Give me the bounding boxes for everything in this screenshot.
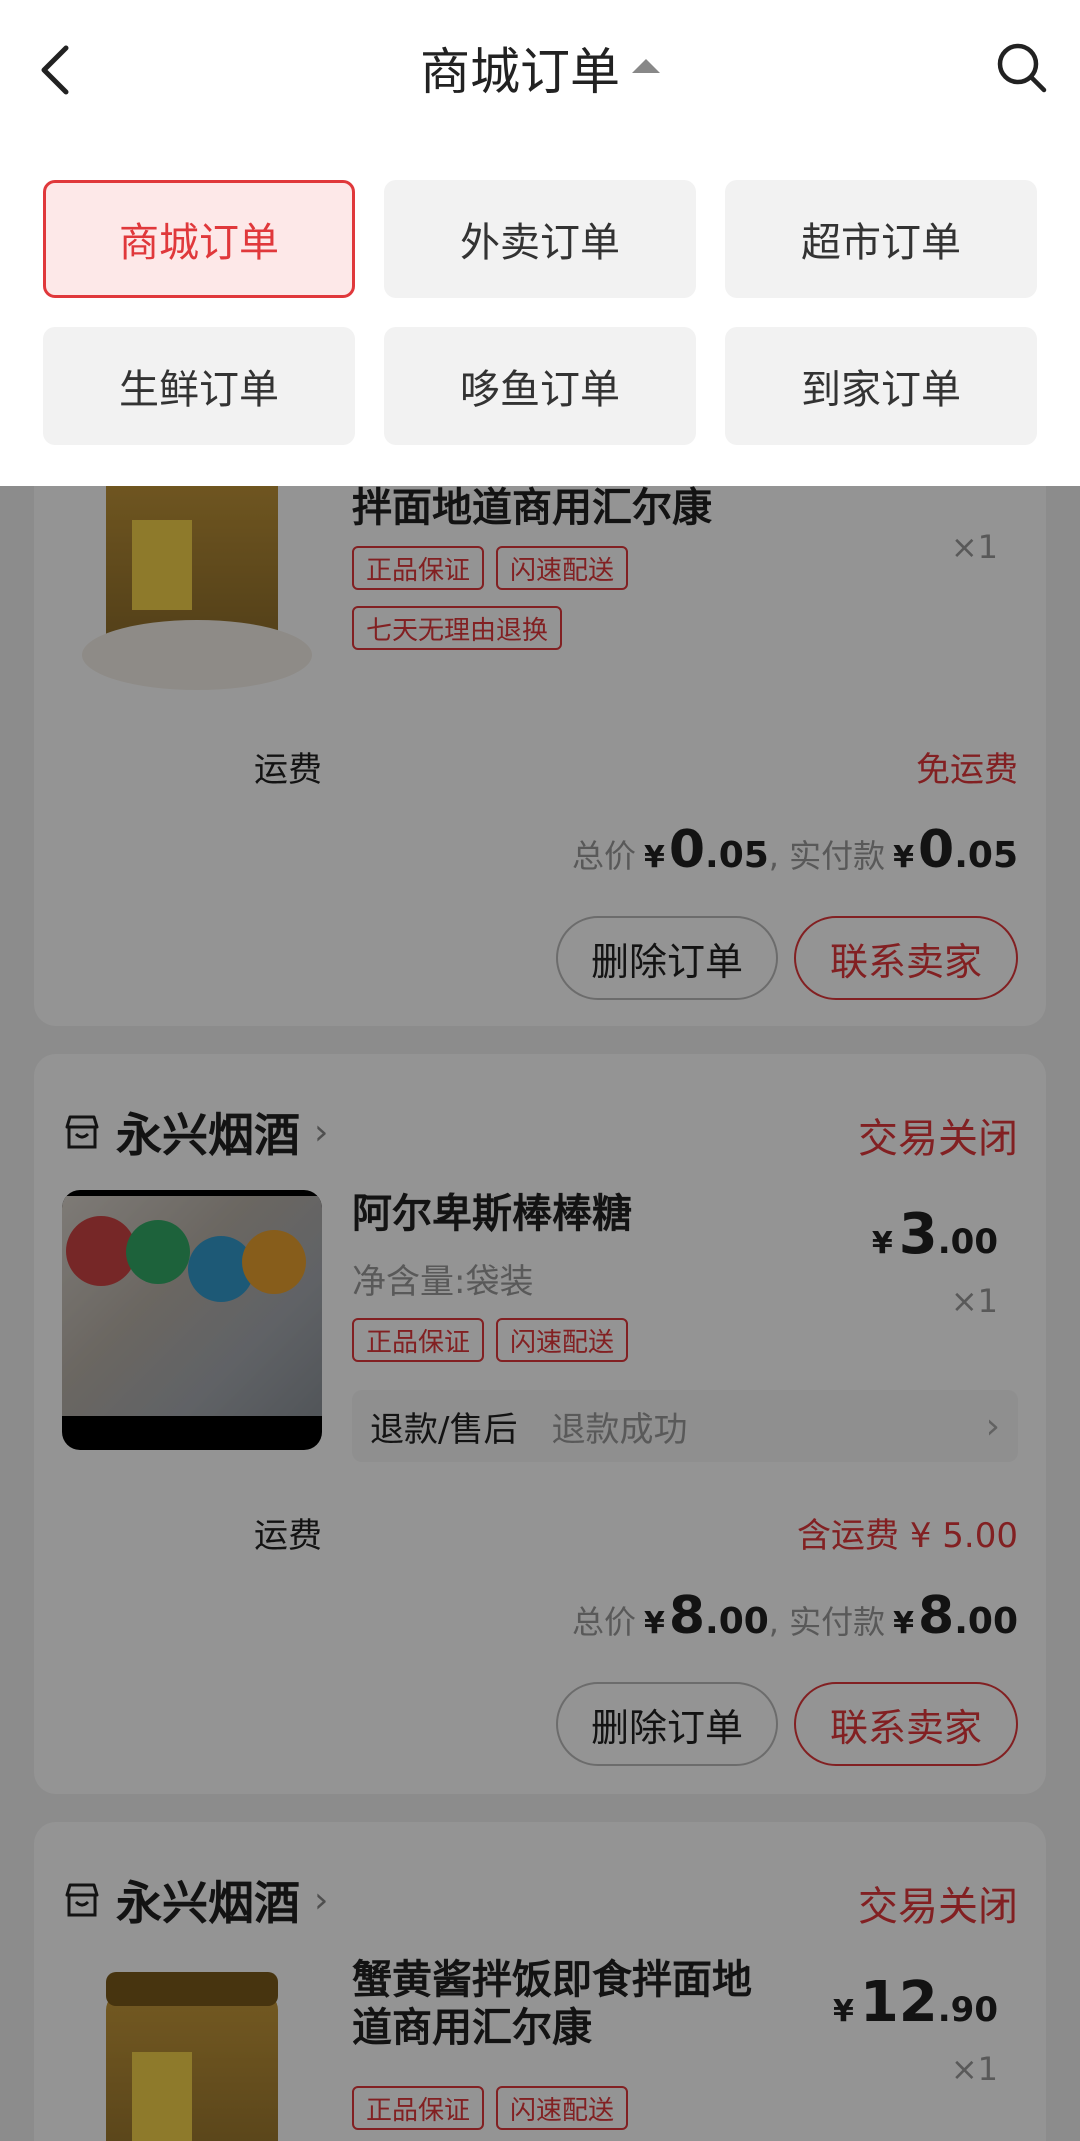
order-type-mall[interactable]: 商城订单 (43, 180, 355, 298)
order-type-panel: 商城订单 外卖订单 超市订单 生鲜订单 哆鱼订单 到家订单 (0, 140, 1080, 486)
dim-overlay[interactable] (0, 486, 1080, 2141)
title-dropdown-toggle[interactable]: 商城订单 (0, 28, 1080, 108)
order-type-supermarket[interactable]: 超市订单 (725, 180, 1037, 298)
caret-up-icon (632, 59, 660, 73)
order-type-takeout[interactable]: 外卖订单 (384, 180, 696, 298)
page-title: 商城订单 (420, 43, 620, 101)
order-type-duoyu[interactable]: 哆鱼订单 (384, 327, 696, 445)
order-type-fresh[interactable]: 生鲜订单 (43, 327, 355, 445)
search-button[interactable] (994, 40, 1050, 96)
top-bar: 商城订单 (0, 0, 1080, 140)
order-type-home[interactable]: 到家订单 (725, 327, 1037, 445)
search-icon (997, 43, 1047, 93)
